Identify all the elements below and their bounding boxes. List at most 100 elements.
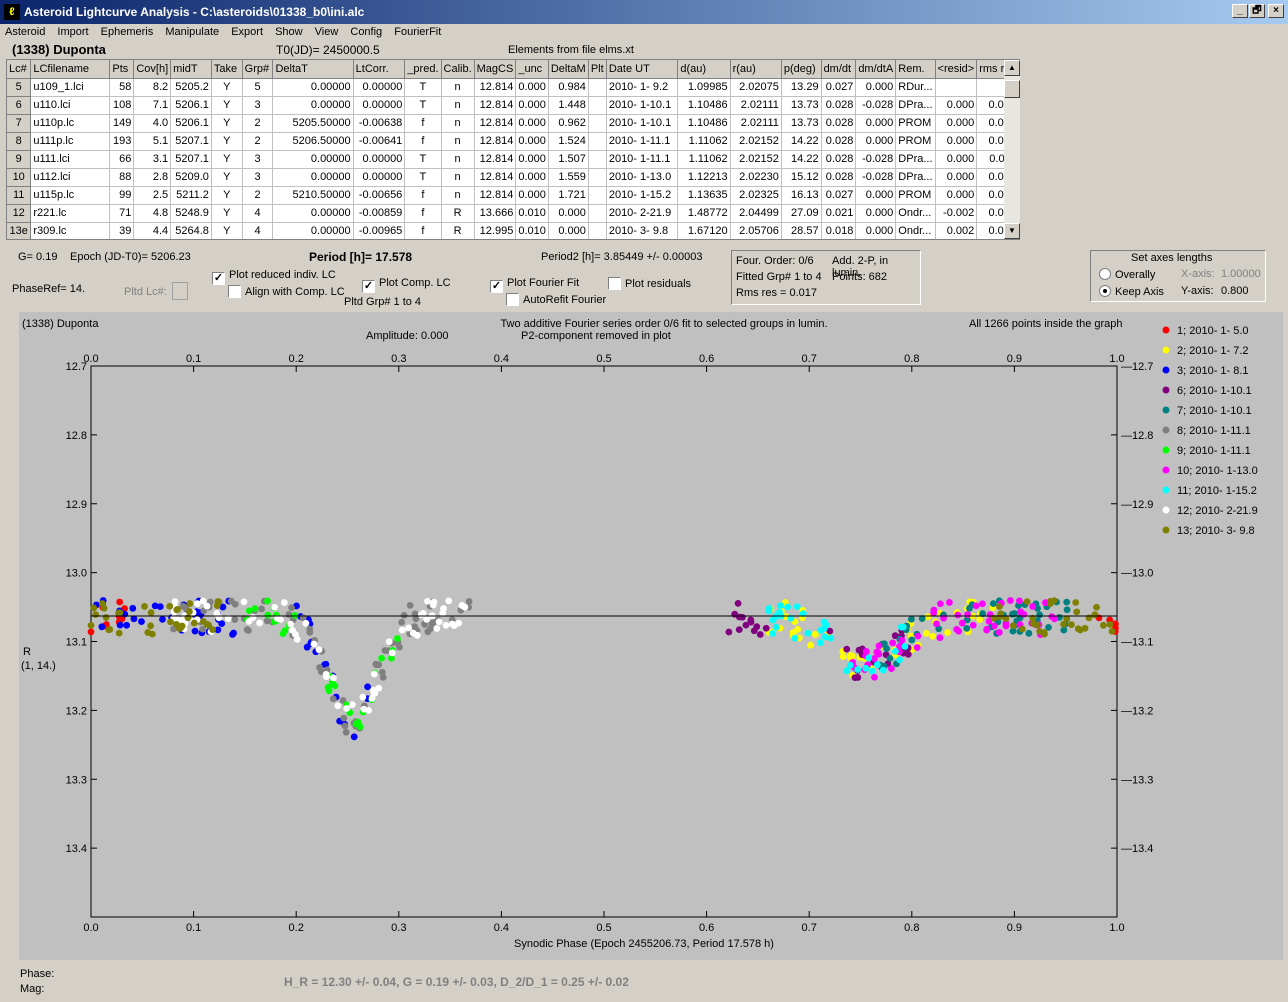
- restore-button[interactable]: 🗗: [1249, 4, 1265, 18]
- table-cell[interactable]: 0.010: [515, 222, 549, 239]
- table-cell[interactable]: 1.559: [548, 168, 589, 187]
- table-row[interactable]: 9 u111.lci 66 3.1 5207.1 Y 3 0.00000 0.00000 Tn 12…: [7, 150, 1019, 169]
- table-cell[interactable]: 28.57: [781, 222, 822, 239]
- table-cell[interactable]: 4.4: [133, 222, 172, 239]
- column-header[interactable]: Rem.: [895, 60, 936, 79]
- table-cell[interactable]: 0.00000: [272, 168, 354, 187]
- row-header[interactable]: 9: [7, 150, 32, 169]
- table-cell[interactable]: f: [404, 186, 442, 205]
- table-cell[interactable]: Ondr...: [895, 222, 936, 239]
- phase-plot[interactable]: 0.00.00.10.10.20.20.30.30.40.40.50.50.60…: [19, 312, 1283, 960]
- table-cell[interactable]: 3: [242, 168, 274, 187]
- table-cell[interactable]: 2.05706: [730, 222, 782, 239]
- table-cell[interactable]: [588, 186, 607, 205]
- table-cell[interactable]: Y: [211, 150, 243, 169]
- table-cell[interactable]: 12.814: [474, 78, 517, 97]
- table-cell[interactable]: 149: [109, 114, 135, 133]
- table-cell[interactable]: 1.48772: [677, 204, 731, 223]
- table-cell[interactable]: 2.5: [133, 186, 172, 205]
- table-cell[interactable]: 13.73: [781, 96, 822, 115]
- table-cell[interactable]: 1.10486: [677, 114, 731, 133]
- table-cell[interactable]: 12.814: [474, 186, 517, 205]
- table-cell[interactable]: 5209.0: [170, 168, 212, 187]
- table-cell[interactable]: 0.962: [548, 114, 589, 133]
- table-cell[interactable]: 0.000: [515, 132, 549, 151]
- table-cell[interactable]: 1.13635: [677, 186, 731, 205]
- table-cell[interactable]: u110.lci: [30, 96, 111, 115]
- table-cell[interactable]: f: [404, 222, 442, 239]
- table-cell[interactable]: [588, 222, 607, 239]
- table-cell[interactable]: DPra...: [895, 150, 936, 169]
- table-cell[interactable]: 193: [109, 132, 135, 151]
- table-cell[interactable]: 13.73: [781, 114, 822, 133]
- table-cell[interactable]: 27.09: [781, 204, 822, 223]
- column-header[interactable]: Date UT: [606, 60, 679, 79]
- plot-fourier-checkbox[interactable]: ✓ Plot Fourier Fit: [490, 277, 579, 293]
- table-cell[interactable]: Y: [211, 96, 243, 115]
- table-cell[interactable]: 0.000: [935, 96, 978, 115]
- table-cell[interactable]: 5207.1: [170, 150, 212, 169]
- table-cell[interactable]: 0.000: [515, 150, 549, 169]
- table-cell[interactable]: 0.000: [515, 168, 549, 187]
- table-cell[interactable]: 71: [109, 204, 135, 223]
- table-cell[interactable]: f: [404, 114, 442, 133]
- table-cell[interactable]: 2010- 3- 9.8: [606, 222, 679, 239]
- table-cell[interactable]: -0.002: [935, 204, 978, 223]
- table-cell[interactable]: PROM: [895, 114, 936, 133]
- table-cell[interactable]: n: [441, 78, 475, 97]
- menu-export[interactable]: Export: [226, 24, 267, 38]
- table-cell[interactable]: 1.524: [548, 132, 589, 151]
- table-cell[interactable]: 0.00000: [272, 204, 354, 223]
- table-cell[interactable]: T: [404, 96, 442, 115]
- table-cell[interactable]: 1.12213: [677, 168, 731, 187]
- column-header[interactable]: DeltaT: [272, 60, 354, 79]
- table-cell[interactable]: u109_1.lci: [30, 78, 111, 97]
- table-cell[interactable]: u111.lci: [30, 150, 111, 169]
- table-cell[interactable]: 66: [109, 150, 135, 169]
- column-header[interactable]: Calib.: [441, 60, 475, 79]
- table-cell[interactable]: 0.000: [855, 222, 897, 239]
- table-cell[interactable]: 8.2: [133, 78, 172, 97]
- column-header[interactable]: Grp#: [242, 60, 274, 79]
- table-cell[interactable]: 1.10486: [677, 96, 731, 115]
- table-cell[interactable]: 2: [242, 132, 274, 151]
- table-cell[interactable]: 2010- 1-11.1: [606, 132, 679, 151]
- close-button[interactable]: ×: [1268, 4, 1284, 18]
- table-cell[interactable]: 0.018: [821, 222, 857, 239]
- table-cell[interactable]: 0.00000: [272, 150, 354, 169]
- align-comp-checkbox[interactable]: Align with Comp. LC: [228, 285, 345, 298]
- table-cell[interactable]: r221.lc: [30, 204, 111, 223]
- table-cell[interactable]: 0.000: [935, 168, 978, 187]
- table-cell[interactable]: n: [441, 132, 475, 151]
- table-cell[interactable]: -0.028: [855, 96, 897, 115]
- table-cell[interactable]: 4.0: [133, 114, 172, 133]
- table-cell[interactable]: 108: [109, 96, 135, 115]
- table-cell[interactable]: 0.000: [548, 222, 589, 239]
- plot-residuals-checkbox[interactable]: Plot residuals: [608, 277, 691, 290]
- table-cell[interactable]: 7.1: [133, 96, 172, 115]
- table-cell[interactable]: 2.02152: [730, 132, 782, 151]
- menu-ephemeris[interactable]: Ephemeris: [96, 24, 158, 38]
- table-cell[interactable]: -0.00638: [353, 114, 406, 133]
- table-cell[interactable]: 1.721: [548, 186, 589, 205]
- table-cell[interactable]: n: [441, 114, 475, 133]
- table-cell[interactable]: PROM: [895, 132, 936, 151]
- table-cell[interactable]: 5.1: [133, 132, 172, 151]
- table-cell[interactable]: 1.448: [548, 96, 589, 115]
- table-cell[interactable]: Y: [211, 222, 243, 239]
- table-cell[interactable]: [588, 150, 607, 169]
- table-cell[interactable]: 2.02230: [730, 168, 782, 187]
- row-header[interactable]: 8: [7, 132, 32, 151]
- table-cell[interactable]: 5206.1: [170, 114, 212, 133]
- table-cell[interactable]: R: [441, 204, 475, 223]
- table-cell[interactable]: 1.11062: [677, 132, 731, 151]
- period-value[interactable]: Period [h]= 17.578: [309, 250, 412, 264]
- lightcurve-graph[interactable]: 0.0 0.0 0.1 0.1 0.2 0.2 0.3 0.3 0.4 0.4 0.5 0.5 0.6 0…: [19, 312, 1283, 960]
- table-row[interactable]: 10 u112.lci 88 2.8 5209.0 Y 3 0.00000 0.00000 Tn 1…: [7, 168, 1019, 187]
- table-cell[interactable]: 2010- 1- 9.2: [606, 78, 679, 97]
- table-cell[interactable]: 5264.8: [170, 222, 212, 239]
- table-row[interactable]: 13e r309.lc 39 4.4 5264.8 Y 4 0.00000 -0.00965 f R…: [7, 222, 1019, 239]
- table-cell[interactable]: Y: [211, 168, 243, 187]
- table-row[interactable]: 8 u111p.lc 193 5.1 5207.1 Y 2 5206.50000 -0.0064…: [7, 132, 1019, 151]
- table-cell[interactable]: 0.028: [821, 96, 857, 115]
